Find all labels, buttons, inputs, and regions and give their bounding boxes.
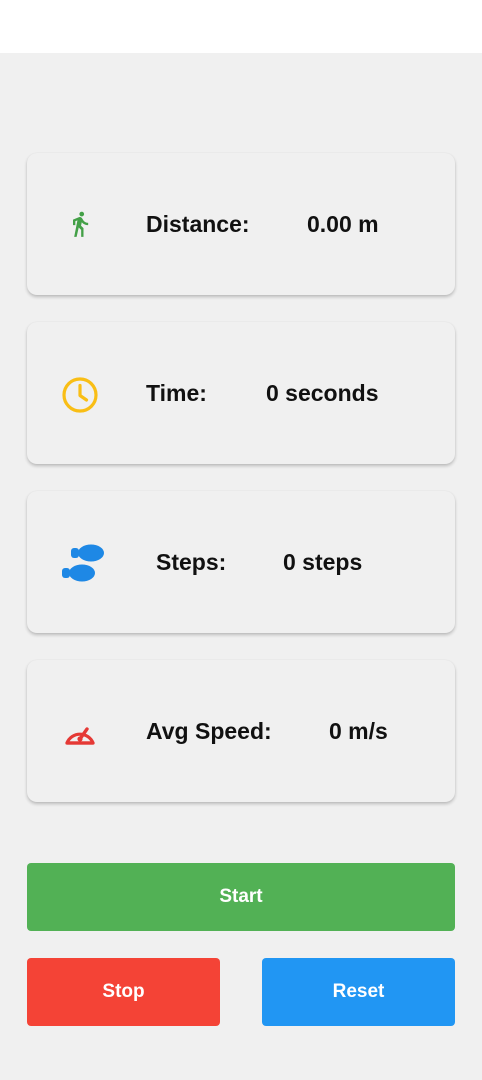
speedometer-icon — [61, 716, 99, 748]
avg-speed-card: Avg Speed: 0 m/s — [27, 660, 455, 802]
steps-card: Steps: 0 steps — [27, 491, 455, 633]
distance-label: Distance: — [146, 211, 250, 237]
steps-value: 0 steps — [283, 549, 363, 575]
footsteps-icon — [57, 542, 111, 584]
time-value: 0 seconds — [266, 380, 379, 406]
avg-speed-label: Avg Speed: — [146, 718, 272, 744]
distance-value: 0.00 m — [307, 211, 379, 237]
reset-button[interactable]: Reset — [262, 958, 455, 1026]
avg-speed-value: 0 m/s — [329, 718, 388, 744]
stop-button[interactable]: Stop — [27, 958, 220, 1026]
distance-card: Distance: 0.00 m — [27, 153, 455, 295]
clock-icon — [60, 375, 100, 415]
time-card: Time: 0 seconds — [27, 322, 455, 464]
status-bar — [0, 0, 482, 53]
walk-icon — [65, 205, 95, 243]
time-label: Time: — [146, 380, 207, 406]
start-button[interactable]: Start — [27, 863, 455, 931]
steps-label: Steps: — [156, 549, 227, 575]
